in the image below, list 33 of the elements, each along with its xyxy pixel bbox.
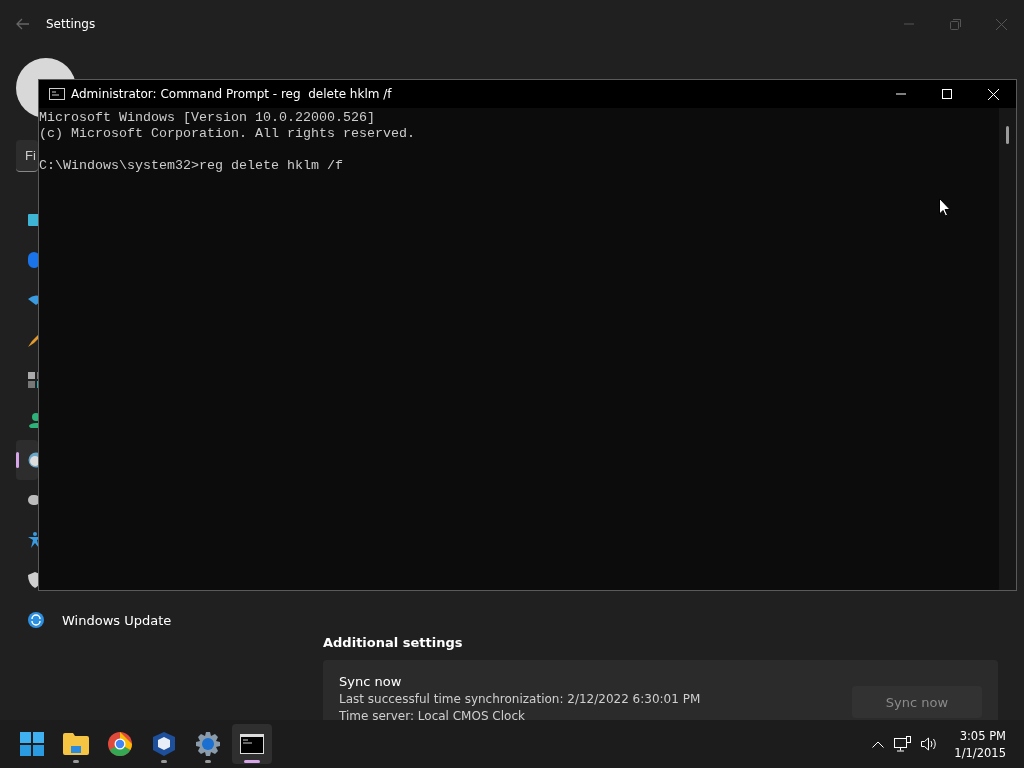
console-output: Microsoft Windows [Version 10.0.22000.526] bbox=[39, 110, 376, 126]
close-icon bbox=[995, 18, 1007, 30]
console-command: C:\Windows\system32>reg delete hklm /f bbox=[39, 158, 344, 174]
card-title: Sync now bbox=[339, 674, 403, 689]
console-output: (c) Microsoft Corporation. All rights reserved. bbox=[39, 126, 416, 142]
close-icon bbox=[987, 88, 999, 100]
sidebar-item[interactable]: Windows Update bbox=[16, 600, 300, 640]
cube-icon bbox=[153, 732, 175, 756]
window-title: Settings bbox=[46, 17, 96, 31]
window-title: Administrator: Command Prompt - reg delete hklm /f bbox=[71, 87, 392, 101]
browser-icon bbox=[108, 732, 132, 756]
sidebar-item[interactable] bbox=[16, 440, 38, 480]
restore-icon bbox=[949, 18, 961, 30]
folder-icon bbox=[63, 733, 89, 755]
terminal-icon bbox=[49, 88, 65, 100]
mouse-cursor-icon bbox=[939, 198, 951, 217]
shield-icon bbox=[28, 572, 38, 588]
gear-icon bbox=[196, 732, 220, 756]
minimize-icon bbox=[896, 93, 906, 95]
card-description: Last successful time synchronization: 2/12/2022 6:30:01 PM bbox=[339, 692, 702, 706]
sync-icon bbox=[28, 612, 44, 628]
clock[interactable]: 3:05 PM 1/1/2015 bbox=[946, 728, 1014, 760]
back-arrow-icon[interactable] bbox=[16, 18, 30, 30]
section-heading: Additional settings bbox=[323, 635, 464, 650]
accessibility-icon bbox=[28, 532, 38, 548]
taskbar-app[interactable] bbox=[232, 724, 272, 764]
search-field[interactable]: Fi bbox=[16, 140, 38, 172]
scrollbar-thumb[interactable] bbox=[1006, 126, 1009, 144]
card-description: Time server: Local CMOS Clock bbox=[339, 709, 526, 720]
network-icon[interactable] bbox=[892, 734, 914, 754]
maximize-icon bbox=[942, 89, 952, 99]
terminal-icon bbox=[240, 734, 264, 754]
windows-logo-icon bbox=[20, 732, 44, 756]
